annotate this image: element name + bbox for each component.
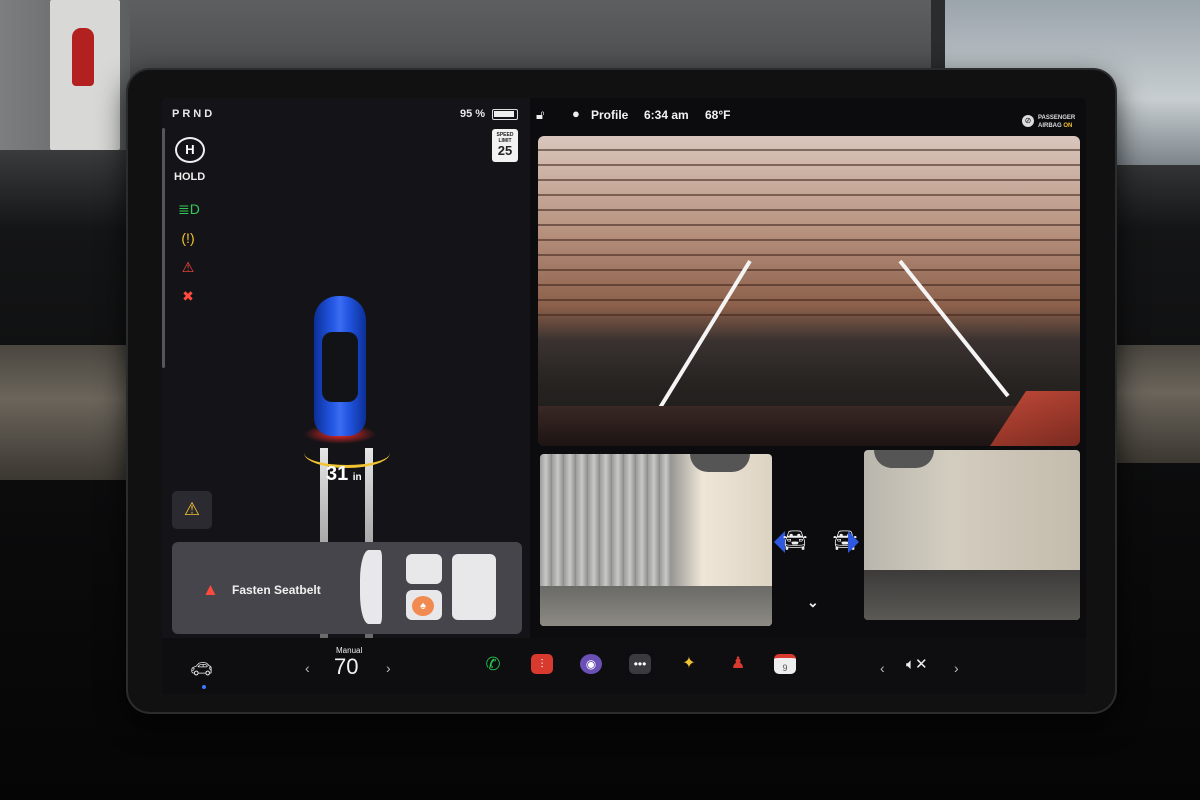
games-icon[interactable]: ✦ [678,654,700,674]
car-hood [360,550,382,624]
warning-button[interactable]: ⚠ [172,491,212,529]
dashboard-trim-left [0,345,135,480]
floor [864,570,1080,620]
profile-button[interactable]: Profile [591,108,628,122]
calendar-day: 9 [782,663,788,673]
rear-camera-feed[interactable] [538,136,1080,446]
joystick-icon[interactable]: ♟ [727,654,749,674]
speed-limit-value: 25 [497,143,513,158]
parking-distance-value: 31 [326,463,349,485]
touchscreen: PRND 95 % SPEED LIMIT 25 H HOLD ≣D (!) ⚠… [162,98,1086,694]
guide-line-left [656,259,752,413]
voice-recorder-icon[interactable]: ⫶ [531,654,553,674]
rear-seats [452,554,496,620]
alert-warning-icon: ▲ [202,580,219,599]
clock: 6:34 am [644,108,689,122]
battery-percentage: 95 % [460,108,486,120]
volume-mute-icon[interactable]: 🔈︎✕ [906,655,928,673]
passenger-airbag-icon: ⊘ [1022,115,1034,127]
hold-label: HOLD [174,171,206,183]
left-camera-toggle-icon[interactable]: 🚘︎ [782,524,808,560]
active-indicator-dot [202,685,206,689]
driver-seat [406,554,442,584]
volume-up-icon[interactable]: › [954,660,959,676]
left-repeater-camera-feed[interactable] [540,454,772,626]
car-top-view [304,296,376,444]
gear-selector[interactable]: PRND [172,108,215,120]
panel-scrollbar[interactable] [162,128,165,368]
phone-icon[interactable]: ✆ [482,654,504,674]
alert-message: Fasten Seatbelt [232,583,321,597]
camera-app-icon[interactable]: ◉ [580,654,602,674]
fire-extinguisher [72,28,94,86]
more-apps-icon[interactable]: ••• [629,654,651,674]
airbag-label: AIRBAG [1038,123,1062,129]
airbag-state: ON [1063,123,1073,129]
tire-pressure-icon: (!) [181,230,195,246]
parking-lights-icon: ≣D [178,201,200,217]
side-mirror [690,454,750,472]
floor [540,586,772,626]
passenger-airbag-label: PASSENGER [1038,115,1076,121]
calendar-icon[interactable]: 9 [774,654,796,674]
battery-icon [492,109,518,120]
parking-guide-lines [656,259,1010,413]
hold-icon-letter: H [185,142,195,157]
car-roof [322,332,358,402]
bottom-dock [162,638,1086,694]
parking-distance-unit: in [352,472,362,483]
passenger-seatbelt-alert-icon: ♠ [412,596,434,616]
profile-icon[interactable]: ● [572,106,580,121]
lock-icon[interactable]: 🔓︎ [536,107,544,123]
cabin-temperature[interactable]: 70 [334,654,358,680]
outside-temperature: 68°F [705,108,731,122]
temp-increase-icon[interactable]: › [386,660,391,676]
airbag-warning-icon: ✖ [182,288,194,304]
seat-occupancy-map: ♠ [360,550,520,630]
right-view-indicator [848,531,859,553]
side-mirror [874,450,934,468]
guide-line-right [898,259,1010,398]
hold-icon: H [175,137,205,163]
right-repeater-camera-feed[interactable] [864,450,1080,620]
dashboard-trim-right [1112,345,1200,463]
parking-distance: 31 in [326,463,362,486]
volume-down-icon[interactable]: ‹ [880,660,885,676]
passenger-airbag-status: AIRBAG ON [1038,123,1072,129]
chevron-down-icon[interactable]: ⌄ [807,594,819,611]
temp-decrease-icon[interactable]: ‹ [305,660,310,676]
speed-limit-sign: SPEED LIMIT 25 [492,129,518,162]
car-icon[interactable]: 🚗︎ [190,659,213,680]
seatbelt-warning-icon: ⚠ [181,259,195,275]
